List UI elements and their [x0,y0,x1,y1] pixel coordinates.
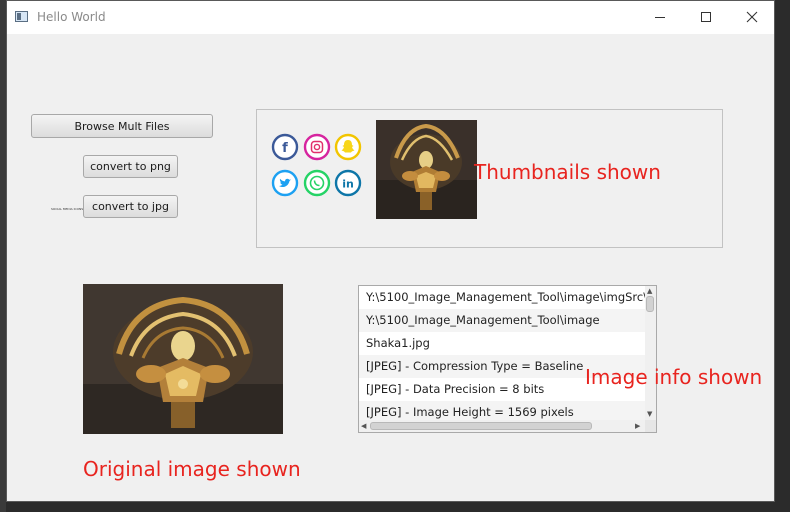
svg-text:in: in [342,178,354,191]
social-icons-caption: SOCIAL MEDIA ICONS [51,207,84,211]
figure-thumbnail-image[interactable] [376,120,477,219]
minimize-button[interactable] [637,1,683,34]
vertical-scroll-thumb[interactable] [646,296,654,312]
scroll-down-icon[interactable]: ▼ [647,410,652,418]
title-bar[interactable]: Hello World [7,1,774,34]
minimize-icon [655,17,665,18]
scroll-left-icon[interactable]: ◀ [361,422,366,430]
image-info-list[interactable]: Y:\5100_Image_Management_Tool\image\imgS… [358,285,657,433]
facebook-icon[interactable]: f [271,133,299,161]
image-info-annotation: Image info shown [585,365,763,389]
scroll-right-icon[interactable]: ▶ [635,422,640,430]
whatsapp-icon[interactable] [303,169,331,197]
instagram-icon[interactable] [303,133,331,161]
thumbnails-annotation: Thumbnails shown [474,160,661,184]
maximize-icon [701,12,711,22]
linkedin-icon[interactable]: in [334,169,362,197]
close-button[interactable] [729,1,775,34]
maximize-button[interactable] [683,1,729,34]
convert-to-png-button[interactable]: convert to png [83,155,178,178]
horizontal-scroll-thumb[interactable] [370,422,592,430]
vertical-scrollbar[interactable]: ▲ ▼ [645,286,656,420]
scrollbar-corner [645,420,656,432]
convert-to-jpg-button[interactable]: convert to jpg [83,195,178,218]
horizontal-scrollbar[interactable]: ◀ ▶ [359,420,645,432]
list-item[interactable]: Shaka1.jpg [359,332,645,355]
svg-text:f: f [282,141,288,156]
app-icon [15,11,28,22]
browse-files-button[interactable]: Browse Mult Files [31,114,213,138]
scroll-up-icon[interactable]: ▲ [647,287,652,295]
original-image [83,284,283,434]
close-icon [746,11,758,23]
window-title: Hello World [37,10,106,24]
snapchat-icon[interactable] [334,133,362,161]
twitter-icon[interactable] [271,169,299,197]
app-window: Hello World Browse Mult Files convert to… [6,0,775,502]
list-item[interactable]: Y:\5100_Image_Management_Tool\image [359,309,645,332]
original-image-annotation: Original image shown [83,457,301,481]
list-item[interactable]: Y:\5100_Image_Management_Tool\image\imgS… [359,286,645,309]
